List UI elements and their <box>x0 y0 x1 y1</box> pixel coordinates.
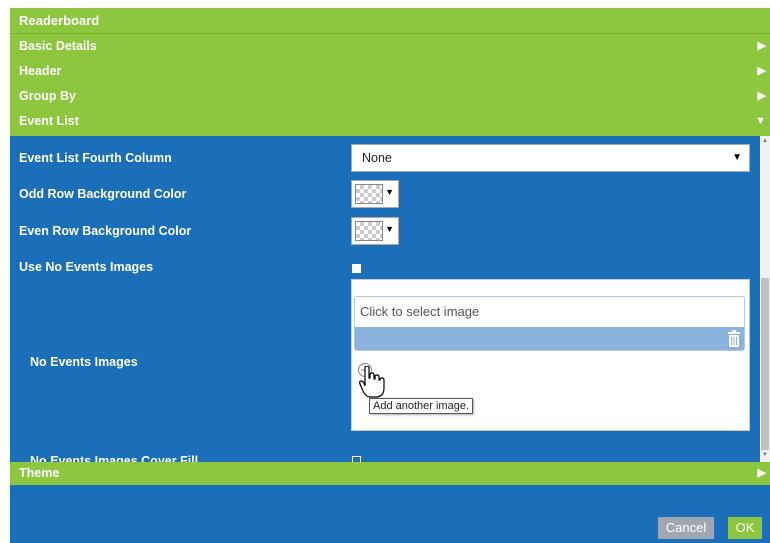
even-row-bg-label: Even Row Background Color <box>19 224 192 238</box>
use-no-events-images-checkbox[interactable] <box>352 264 361 273</box>
fourth-column-select[interactable]: None ▼ <box>351 144 750 172</box>
scroll-down-icon[interactable]: ▼ <box>761 452 769 458</box>
dropdown-caret-icon: ▼ <box>385 187 394 197</box>
scroll-up-icon[interactable]: ▲ <box>761 138 769 144</box>
ok-button[interactable]: OK <box>728 517 762 539</box>
no-events-images-panel: Click to select image Add another image. <box>351 279 750 431</box>
cancel-button[interactable]: Cancel <box>658 517 714 539</box>
expand-arrow-icon: ▶ <box>757 467 766 479</box>
content-scrollbar[interactable]: ▲ ▼ <box>760 136 770 462</box>
transparent-swatch <box>355 221 383 241</box>
section-label: Header <box>19 64 62 78</box>
expand-arrow-icon: ▶ <box>757 40 766 52</box>
section-event-list[interactable]: Event List ▼ <box>10 109 770 136</box>
image-select-placeholder[interactable]: Click to select image <box>355 297 744 327</box>
dialog-footer: Cancel OK <box>10 485 770 543</box>
expand-arrow-icon: ▶ <box>757 90 766 102</box>
section-header[interactable]: Header ▶ <box>10 59 770 84</box>
add-image-tooltip: Add another image. <box>369 398 474 414</box>
section-basic-details[interactable]: Basic Details ▶ <box>10 34 770 59</box>
no-events-images-label: No Events Images <box>30 355 138 369</box>
dropdown-caret-icon: ▼ <box>385 224 394 234</box>
event-list-panel: Event List Fourth Column None ▼ Odd Row … <box>10 136 760 468</box>
section-theme[interactable]: Theme ▶ <box>10 462 770 485</box>
odd-row-bg-label: Odd Row Background Color <box>19 187 187 201</box>
readerboard-dialog: Readerboard Basic Details ▶ Header ▶ Gro… <box>10 8 770 543</box>
section-group-by[interactable]: Group By ▶ <box>10 84 770 109</box>
expand-arrow-icon: ▶ <box>757 65 766 77</box>
use-no-events-images-label: Use No Events Images <box>19 260 154 274</box>
scroll-thumb[interactable] <box>761 278 769 450</box>
hand-cursor-icon <box>359 366 385 398</box>
even-row-color-picker[interactable]: ▼ <box>351 217 399 245</box>
section-label: Basic Details <box>19 39 97 53</box>
dialog-title: Readerboard <box>10 8 770 34</box>
collapse-arrow-icon: ▼ <box>755 115 766 127</box>
fourth-column-label: Event List Fourth Column <box>19 151 172 165</box>
dropdown-caret-icon: ▼ <box>732 152 742 163</box>
trash-icon[interactable] <box>727 330 741 348</box>
fourth-column-value: None <box>362 151 392 165</box>
section-label: Event List <box>19 114 79 128</box>
odd-row-color-picker[interactable]: ▼ <box>351 180 399 208</box>
transparent-swatch <box>355 184 383 204</box>
section-label: Theme <box>19 466 60 480</box>
section-label: Group By <box>19 89 76 103</box>
image-action-bar <box>355 327 744 350</box>
image-selector[interactable]: Click to select image <box>354 296 745 351</box>
